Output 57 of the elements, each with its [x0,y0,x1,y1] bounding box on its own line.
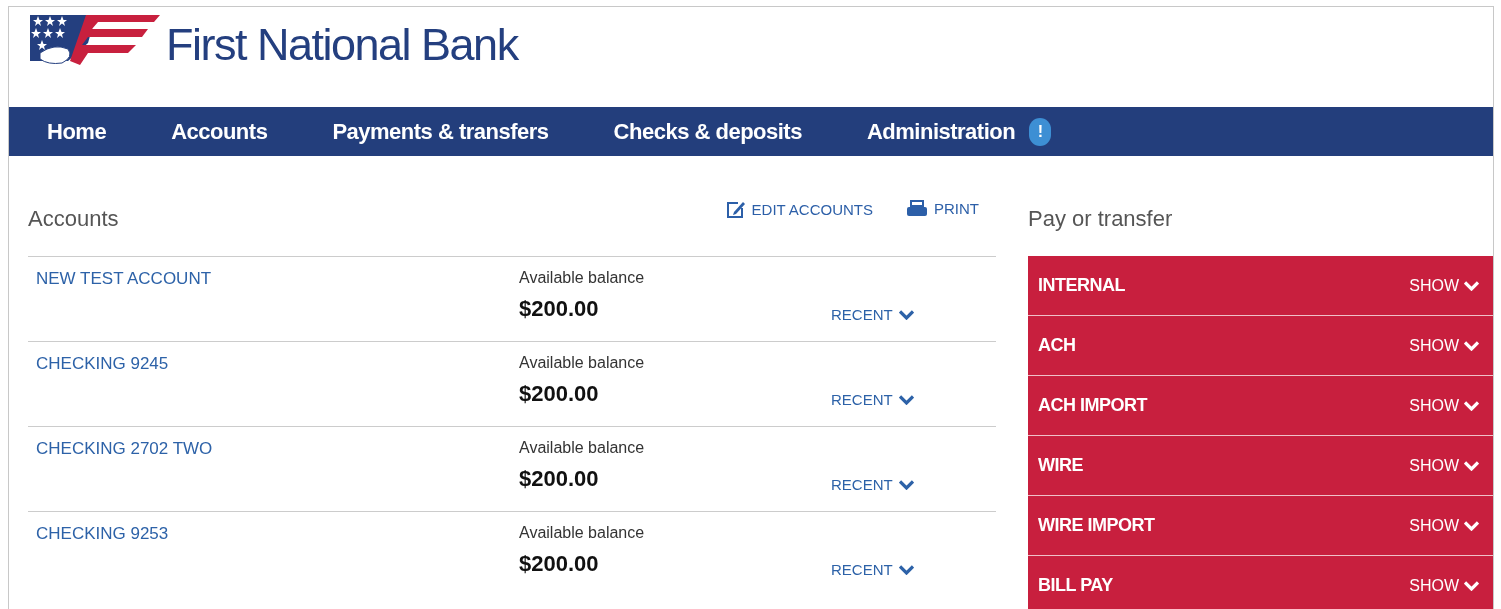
balance-amount: $200.00 [519,551,600,577]
show-toggle[interactable]: SHOW [1409,516,1479,535]
recent-link[interactable]: RECENT [831,306,914,323]
payment-type-label: ACH IMPORT [1038,395,1147,416]
account-name-link[interactable]: CHECKING 9253 [36,524,519,596]
show-toggle[interactable]: SHOW [1409,336,1479,355]
balance-amount: $200.00 [519,466,600,492]
nav-link[interactable]: Administration ! [866,117,1052,146]
edit-icon [725,200,746,219]
payment-type-row[interactable]: WIRE IMPORT SHOW [1028,496,1493,556]
nav-link[interactable]: Home [47,118,107,145]
account-name-link[interactable]: NEW TEST ACCOUNT [36,269,519,341]
account-name-link[interactable]: CHECKING 9245 [36,354,519,426]
show-toggle[interactable]: SHOW [1409,396,1479,415]
account-name-link[interactable]: CHECKING 2702 TWO [36,439,519,511]
chevron-down-icon [898,479,914,490]
balance-label: Available balance [519,269,646,287]
payment-type-row[interactable]: INTERNAL SHOW [1028,256,1493,316]
nav-link[interactable]: Accounts [171,118,268,145]
recent-link[interactable]: RECENT [831,476,914,493]
bank-name: First National Bank [166,19,518,71]
balance-label: Available balance [519,524,646,542]
balance-amount: $200.00 [519,296,600,322]
balance-amount: $200.00 [519,381,600,407]
section-title: Pay or transfer [1028,206,1174,232]
chevron-down-icon [1464,280,1479,291]
payment-type-row[interactable]: ACH IMPORT SHOW [1028,376,1493,436]
nav-link[interactable]: Payments & transfers [332,118,549,145]
printer-icon [906,200,928,217]
print-link[interactable]: PRINT [906,200,979,217]
payment-type-label: ACH [1038,335,1076,356]
nav-link[interactable]: Checks & deposits [613,118,802,145]
chevron-down-icon [898,564,914,575]
payment-type-row[interactable]: BILL PAY SHOW [1028,556,1493,609]
chevron-down-icon [1464,580,1479,591]
payment-type-label: WIRE [1038,455,1083,476]
payment-type-label: BILL PAY [1038,575,1113,596]
chevron-down-icon [1464,400,1479,411]
payment-type-row[interactable]: WIRE SHOW [1028,436,1493,496]
chevron-down-icon [1464,520,1479,531]
payment-type-row[interactable]: ACH SHOW [1028,316,1493,376]
payment-type-label: INTERNAL [1038,275,1125,296]
chevron-down-icon [1464,460,1479,471]
show-toggle[interactable]: SHOW [1409,276,1479,295]
recent-link[interactable]: RECENT [831,561,914,578]
chevron-down-icon [898,394,914,405]
payment-type-label: WIRE IMPORT [1038,515,1155,536]
recent-link[interactable]: RECENT [831,391,914,408]
show-toggle[interactable]: SHOW [1409,456,1479,475]
chevron-down-icon [898,309,914,320]
show-toggle[interactable]: SHOW [1409,576,1479,595]
alert-badge: ! [1029,117,1052,146]
chevron-down-icon [1464,340,1479,351]
balance-label: Available balance [519,354,646,372]
balance-label: Available balance [519,439,646,457]
edit-accounts-link[interactable]: EDIT ACCOUNTS [725,200,873,219]
section-title: Accounts [28,206,120,232]
